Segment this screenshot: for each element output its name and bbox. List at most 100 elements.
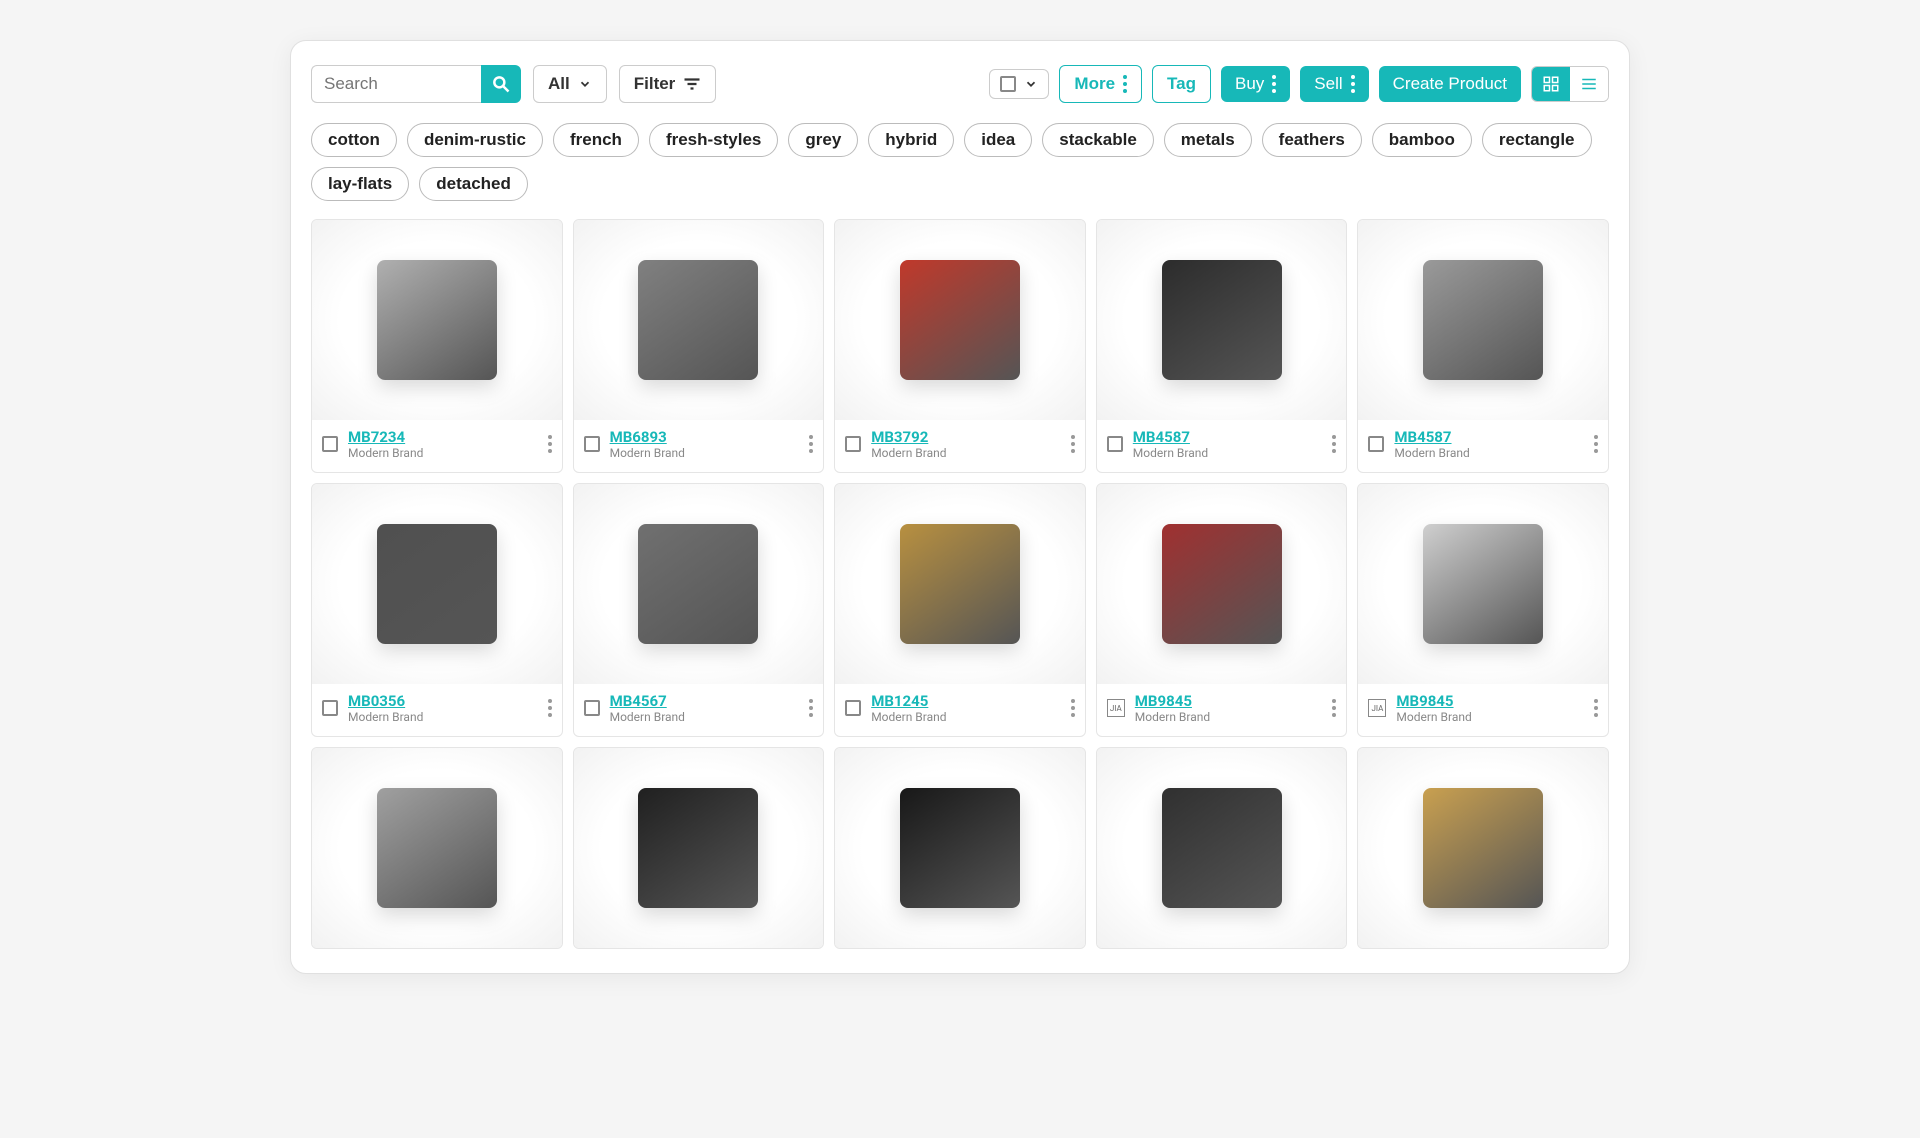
product-image[interactable] [1097,484,1347,684]
product-image[interactable] [835,748,1085,948]
kebab-icon [1332,699,1336,717]
product-checkbox[interactable] [1107,436,1123,452]
product-image[interactable] [312,484,562,684]
product-info: MB3792Modern Brand [871,428,1061,460]
kebab-icon [809,699,813,717]
product-image[interactable] [1097,220,1347,420]
product-image[interactable] [312,220,562,420]
product-image[interactable] [1358,220,1608,420]
tag-chip[interactable]: feathers [1262,123,1362,157]
tag-chip[interactable]: metals [1164,123,1252,157]
product-brand: Modern Brand [1394,446,1584,460]
buy-button[interactable]: Buy [1221,66,1290,102]
tag-chip[interactable]: lay-flats [311,167,409,201]
product-checkbox[interactable] [845,700,861,716]
buy-label: Buy [1235,74,1264,94]
product-sku-link[interactable]: MB6893 [610,428,800,446]
list-icon [1580,75,1598,93]
kebab-icon [809,435,813,453]
buy-menu-icon [1272,75,1276,93]
product-menu-button[interactable] [1594,699,1598,717]
product-card [1096,747,1348,949]
product-image[interactable] [835,220,1085,420]
product-sku-link[interactable]: MB4587 [1394,428,1584,446]
grid-view-button[interactable] [1532,67,1570,101]
product-image[interactable] [1097,748,1347,948]
product-info: MB4587Modern Brand [1394,428,1584,460]
product-sku-link[interactable]: MB1245 [871,692,1061,710]
tag-chip[interactable]: denim-rustic [407,123,543,157]
product-info: MB9845Modern Brand [1135,692,1323,724]
filter-icon [683,77,701,91]
product-footer: JIAMB9845Modern Brand [1358,684,1608,736]
product-sku-link[interactable]: MB4567 [610,692,800,710]
product-image[interactable] [574,748,824,948]
product-checkbox[interactable] [1368,436,1384,452]
product-image[interactable] [312,748,562,948]
product-sku-link[interactable]: MB4587 [1133,428,1323,446]
select-all-checkbox[interactable] [1000,76,1016,92]
product-footer: JIAMB9845Modern Brand [1097,684,1347,736]
product-checkbox[interactable] [845,436,861,452]
product-sku-link[interactable]: MB7234 [348,428,538,446]
product-image[interactable] [574,484,824,684]
kebab-icon [1594,699,1598,717]
product-sku-link[interactable]: MB9845 [1396,692,1584,710]
select-all-dropdown[interactable] [989,69,1049,99]
product-info: MB6893Modern Brand [610,428,800,460]
product-image[interactable] [574,220,824,420]
tag-button[interactable]: Tag [1152,65,1211,103]
product-info: MB4587Modern Brand [1133,428,1323,460]
product-image[interactable] [1358,484,1608,684]
product-menu-button[interactable] [1594,435,1598,453]
filter-button[interactable]: Filter [619,65,717,103]
product-checkbox[interactable] [322,700,338,716]
product-info: MB0356Modern Brand [348,692,538,724]
product-card: MB0356Modern Brand [311,483,563,737]
product-footer: MB4567Modern Brand [574,684,824,736]
product-menu-button[interactable] [809,435,813,453]
tag-chip[interactable]: bamboo [1372,123,1472,157]
search-button[interactable] [481,65,521,103]
create-product-button[interactable]: Create Product [1379,66,1521,102]
product-info: MB1245Modern Brand [871,692,1061,724]
more-button[interactable]: More [1059,65,1142,103]
product-card: MB3792Modern Brand [834,219,1086,473]
product-menu-button[interactable] [1332,699,1336,717]
product-brand: Modern Brand [871,710,1061,724]
tag-chip[interactable]: hybrid [868,123,954,157]
tag-chip[interactable]: french [553,123,639,157]
search-icon [491,74,511,94]
product-sku-link[interactable]: MB9845 [1135,692,1323,710]
tag-chip[interactable]: fresh-styles [649,123,778,157]
product-checkbox[interactable] [322,436,338,452]
product-image[interactable] [835,484,1085,684]
tag-label: Tag [1167,74,1196,94]
product-brand: Modern Brand [1135,710,1323,724]
product-brand: Modern Brand [1396,710,1584,724]
product-sku-link[interactable]: MB0356 [348,692,538,710]
product-menu-button[interactable] [1071,699,1075,717]
product-checkbox[interactable] [584,436,600,452]
tag-chip[interactable]: grey [788,123,858,157]
kebab-icon [548,699,552,717]
tag-chip[interactable]: detached [419,167,528,201]
product-footer: MB0356Modern Brand [312,684,562,736]
product-checkbox[interactable] [584,700,600,716]
tag-chip[interactable]: cotton [311,123,397,157]
category-dropdown[interactable]: All [533,65,607,103]
sell-button[interactable]: Sell [1300,66,1368,102]
product-sku-link[interactable]: MB3792 [871,428,1061,446]
product-menu-button[interactable] [1071,435,1075,453]
tag-chip[interactable]: idea [964,123,1032,157]
list-view-button[interactable] [1570,67,1608,101]
tag-chip[interactable]: stackable [1042,123,1154,157]
product-menu-button[interactable] [548,699,552,717]
product-image[interactable] [1358,748,1608,948]
product-menu-button[interactable] [809,699,813,717]
product-menu-button[interactable] [1332,435,1336,453]
app-frame: All Filter More Tag Buy [290,40,1630,974]
product-menu-button[interactable] [548,435,552,453]
tag-chip[interactable]: rectangle [1482,123,1592,157]
search-input[interactable] [311,65,481,103]
